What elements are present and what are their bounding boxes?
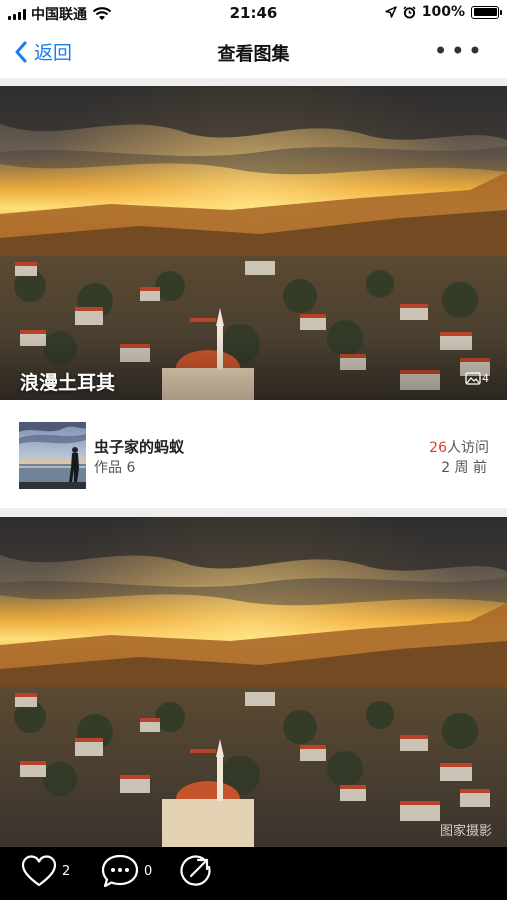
like-button[interactable]: 2 (20, 853, 70, 889)
comment-bubble-icon (101, 854, 139, 888)
heart-icon (21, 855, 57, 887)
share-button[interactable] (178, 853, 214, 889)
row-divider (0, 508, 507, 517)
more-options-button[interactable]: ••• (434, 39, 485, 63)
photo-count-badge: 4 (465, 372, 489, 385)
nav-bar: 返回 查看图集 ••• (0, 28, 507, 78)
author-avatar[interactable] (19, 422, 86, 489)
comment-button[interactable]: 0 (100, 853, 152, 889)
works-count: 作品 6 (94, 460, 136, 476)
author-name[interactable]: 虫子家的蚂蚁 (94, 436, 184, 457)
status-right: 100% (384, 4, 502, 20)
visit-suffix: 人访问 (447, 440, 489, 456)
album-photo[interactable]: 图家摄影 (0, 517, 507, 847)
status-bar: 中国联通 21:46 100% (0, 0, 507, 28)
photo-count: 4 (482, 372, 489, 385)
bottom-action-bar: 2 0 (0, 847, 507, 900)
page-title: 查看图集 (217, 44, 290, 65)
battery-icon (471, 5, 502, 19)
post-time: 2 周 前 (441, 460, 487, 476)
battery-percent: 100% (421, 4, 465, 20)
share-icon (180, 855, 211, 886)
like-count: 2 (62, 863, 71, 879)
comment-count: 0 (144, 863, 153, 879)
visit-count: 26 (429, 440, 447, 456)
alarm-icon (403, 5, 416, 19)
visit-stats: 26人访问 (429, 437, 489, 457)
album-title: 浪漫土耳其 (20, 372, 116, 394)
location-arrow-icon (384, 6, 397, 18)
nav-divider (0, 78, 507, 86)
photo-watermark: 图家摄影 (440, 823, 492, 839)
image-stack-icon (465, 372, 481, 385)
album-cover-photo[interactable] (0, 86, 507, 400)
author-row[interactable]: 虫子家的蚂蚁 作品 6 26人访问 2 周 前 (0, 400, 507, 508)
